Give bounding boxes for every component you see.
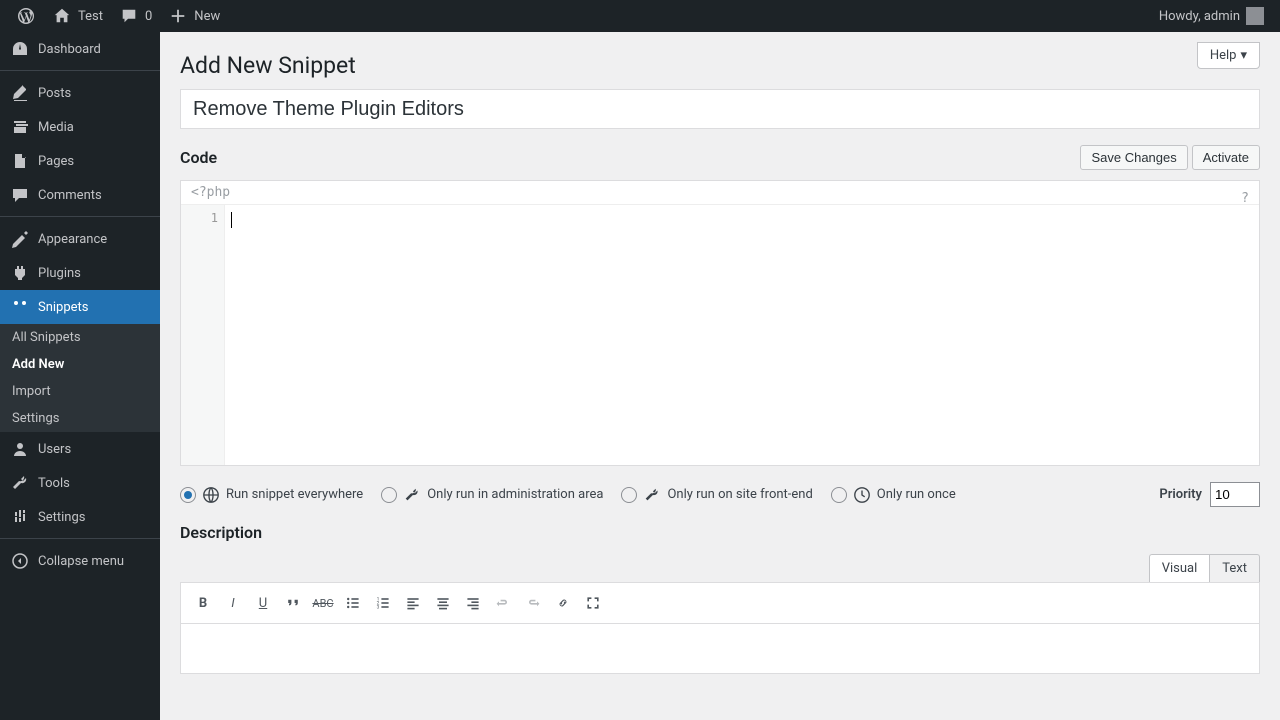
new-content-link[interactable]: New bbox=[160, 0, 228, 32]
underline-button[interactable]: U bbox=[249, 589, 277, 617]
svg-text:3: 3 bbox=[377, 605, 380, 611]
globe-icon bbox=[202, 486, 220, 504]
sidebar-item-tools[interactable]: Tools bbox=[0, 466, 160, 500]
scope-frontend[interactable]: Only run on site front-end bbox=[621, 486, 812, 504]
clock-icon bbox=[853, 486, 871, 504]
comment-bubble-icon bbox=[119, 6, 139, 26]
main-content: Help ▾ Add New Snippet Code Save Changes… bbox=[160, 32, 1280, 720]
align-right-button[interactable] bbox=[459, 589, 487, 617]
activate-button[interactable]: Activate bbox=[1192, 145, 1260, 170]
sidebar-item-media[interactable]: Media bbox=[0, 110, 160, 144]
chevron-down-icon: ▾ bbox=[1240, 48, 1247, 63]
sidebar-item-appearance[interactable]: Appearance bbox=[0, 222, 160, 256]
editor-tabs: Visual Text bbox=[180, 554, 1260, 582]
scope-options: Run snippet everywhere Only run in admin… bbox=[180, 482, 1260, 507]
comments-icon bbox=[10, 185, 30, 205]
help-tab[interactable]: Help ▾ bbox=[1197, 42, 1260, 69]
dashboard-icon bbox=[10, 39, 30, 59]
plus-icon bbox=[168, 6, 188, 26]
align-center-button[interactable] bbox=[429, 589, 457, 617]
radio-icon bbox=[180, 487, 196, 503]
plugins-icon bbox=[10, 263, 30, 283]
blockquote-button[interactable] bbox=[279, 589, 307, 617]
snippets-submenu: All Snippets Add New Import Settings bbox=[0, 324, 160, 432]
line-gutter: 1 bbox=[181, 205, 225, 465]
php-open-tag: <?php ? bbox=[181, 181, 1259, 205]
sidebar-item-posts[interactable]: Posts bbox=[0, 76, 160, 110]
priority-input[interactable] bbox=[1210, 482, 1260, 507]
tools-icon bbox=[10, 473, 30, 493]
submenu-import[interactable]: Import bbox=[0, 378, 160, 405]
sidebar-item-users[interactable]: Users bbox=[0, 432, 160, 466]
italic-button[interactable]: I bbox=[219, 589, 247, 617]
code-heading: Code bbox=[180, 148, 217, 167]
tab-text[interactable]: Text bbox=[1209, 554, 1260, 582]
site-home-link[interactable]: Test bbox=[44, 0, 111, 32]
radio-icon bbox=[381, 487, 397, 503]
link-button[interactable] bbox=[549, 589, 577, 617]
wrench-icon bbox=[403, 486, 421, 504]
radio-icon bbox=[831, 487, 847, 503]
sidebar-collapse[interactable]: Collapse menu bbox=[0, 544, 160, 578]
code-textarea[interactable] bbox=[225, 205, 1259, 465]
sidebar-item-plugins[interactable]: Plugins bbox=[0, 256, 160, 290]
sidebar-item-snippets[interactable]: Snippets bbox=[0, 290, 160, 324]
comments-link[interactable]: 0 bbox=[111, 0, 160, 32]
collapse-icon bbox=[10, 551, 30, 571]
wordpress-icon bbox=[16, 6, 36, 26]
account-menu[interactable]: Howdy, admin bbox=[1151, 0, 1272, 32]
avatar bbox=[1246, 7, 1264, 25]
scope-once[interactable]: Only run once bbox=[831, 486, 956, 504]
submenu-add-new[interactable]: Add New bbox=[0, 351, 160, 378]
home-icon bbox=[52, 6, 72, 26]
description-editor[interactable] bbox=[180, 624, 1260, 674]
wrench-icon bbox=[643, 486, 661, 504]
editor-toolbar: B I U ABC 123 bbox=[180, 582, 1260, 624]
strikethrough-button[interactable]: ABC bbox=[309, 589, 337, 617]
media-icon bbox=[10, 117, 30, 137]
sidebar-item-pages[interactable]: Pages bbox=[0, 144, 160, 178]
comments-count: 0 bbox=[145, 9, 152, 24]
scope-admin[interactable]: Only run in administration area bbox=[381, 486, 603, 504]
pages-icon bbox=[10, 151, 30, 171]
sidebar-item-settings[interactable]: Settings bbox=[0, 500, 160, 534]
fullscreen-button[interactable] bbox=[579, 589, 607, 617]
undo-button[interactable] bbox=[489, 589, 517, 617]
submenu-all-snippets[interactable]: All Snippets bbox=[0, 324, 160, 351]
code-editor[interactable]: <?php ? 1 bbox=[180, 180, 1260, 466]
save-changes-button[interactable]: Save Changes bbox=[1080, 145, 1187, 170]
numbered-list-button[interactable]: 123 bbox=[369, 589, 397, 617]
description-heading: Description bbox=[180, 523, 1260, 542]
wp-logo[interactable] bbox=[8, 0, 44, 32]
radio-icon bbox=[621, 487, 637, 503]
bullet-list-button[interactable] bbox=[339, 589, 367, 617]
users-icon bbox=[10, 439, 30, 459]
settings-icon bbox=[10, 507, 30, 527]
priority-field: Priority bbox=[1159, 482, 1260, 507]
howdy-text: Howdy, admin bbox=[1159, 9, 1240, 24]
submenu-settings[interactable]: Settings bbox=[0, 405, 160, 432]
posts-icon bbox=[10, 83, 30, 103]
page-title: Add New Snippet bbox=[180, 32, 1260, 89]
appearance-icon bbox=[10, 229, 30, 249]
tab-visual[interactable]: Visual bbox=[1149, 554, 1210, 582]
site-name: Test bbox=[78, 9, 103, 24]
admin-bar: Test 0 New Howdy, admin bbox=[0, 0, 1280, 32]
redo-button[interactable] bbox=[519, 589, 547, 617]
bold-button[interactable]: B bbox=[189, 589, 217, 617]
scope-everywhere[interactable]: Run snippet everywhere bbox=[180, 486, 363, 504]
snippet-title-input[interactable] bbox=[180, 89, 1260, 129]
snippets-icon bbox=[10, 297, 30, 317]
admin-sidebar: Dashboard Posts Media Pages Comments App… bbox=[0, 32, 160, 720]
align-left-button[interactable] bbox=[399, 589, 427, 617]
sidebar-item-comments[interactable]: Comments bbox=[0, 178, 160, 212]
sidebar-item-dashboard[interactable]: Dashboard bbox=[0, 32, 160, 66]
new-label: New bbox=[194, 9, 220, 24]
